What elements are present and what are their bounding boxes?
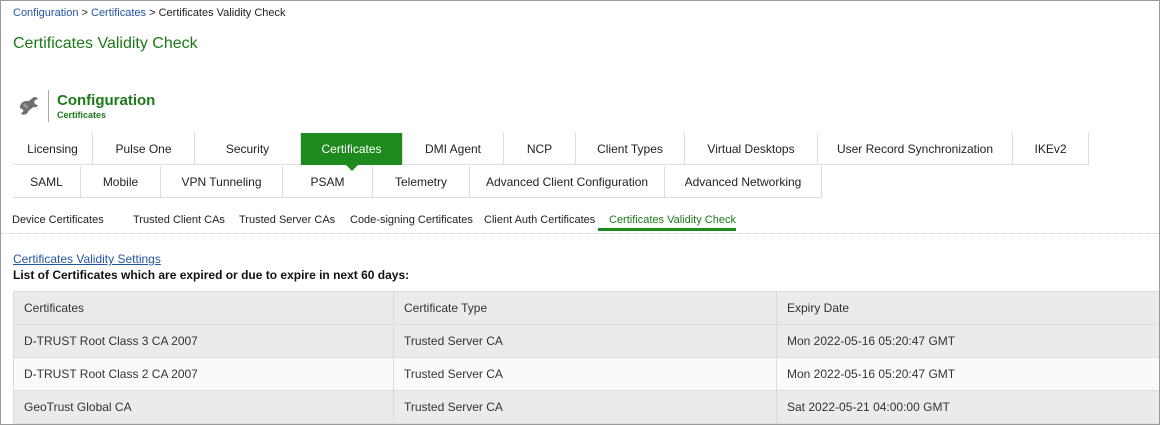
breadcrumb-separator: > bbox=[149, 7, 156, 19]
page-frame: Configuration > Certificates > Certifica… bbox=[0, 0, 1160, 425]
tab-user-record-synchronization[interactable]: User Record Synchronization bbox=[818, 133, 1013, 165]
page-title: Certificates Validity Check bbox=[13, 35, 198, 52]
tab-ikev2[interactable]: IKEv2 bbox=[1013, 133, 1089, 165]
cell-expiry-date: Sat 2022-05-21 04:00:00 GMT bbox=[776, 390, 1159, 424]
column-header-certificates[interactable]: Certificates bbox=[13, 291, 394, 325]
tab-advanced-client-configuration[interactable]: Advanced Client Configuration bbox=[470, 166, 665, 198]
tab-row-primary: Licensing Pulse One Security Certificate… bbox=[13, 133, 1089, 171]
tab-security[interactable]: Security bbox=[195, 133, 301, 165]
tab-mobile[interactable]: Mobile bbox=[81, 166, 161, 198]
tab-saml[interactable]: SAML bbox=[13, 166, 81, 198]
column-header-certificate-type[interactable]: Certificate Type bbox=[393, 291, 777, 325]
breadcrumb-current: Certificates Validity Check bbox=[158, 7, 286, 19]
subtab-trusted-client-cas[interactable]: Trusted Client CAs bbox=[133, 214, 225, 226]
tab-row-secondary: SAML Mobile VPN Tunneling PSAM Telemetry… bbox=[13, 166, 822, 198]
subtab-certificates-validity-check[interactable]: Certificates Validity Check bbox=[609, 214, 736, 226]
breadcrumb-separator: > bbox=[81, 7, 88, 19]
wrench-icon bbox=[17, 90, 49, 122]
subtab-bar: Device Certificates Trusted Client CAs T… bbox=[1, 208, 1159, 234]
tab-telemetry[interactable]: Telemetry bbox=[373, 166, 470, 198]
cell-expiry-date: Mon 2022-05-16 05:20:47 GMT bbox=[776, 324, 1159, 358]
certificates-table: Certificates Certificate Type Expiry Dat… bbox=[13, 291, 1159, 424]
cell-certificate-name: GeoTrust Global CA bbox=[13, 390, 394, 424]
cell-certificate-type: Trusted Server CA bbox=[393, 324, 777, 358]
table-row[interactable]: D-TRUST Root Class 2 CA 2007 Trusted Ser… bbox=[13, 357, 1159, 391]
tab-dmi-agent[interactable]: DMI Agent bbox=[403, 133, 504, 165]
section-header: Configuration Certificates bbox=[17, 89, 155, 123]
tab-licensing[interactable]: Licensing bbox=[13, 133, 93, 165]
table-header-row: Certificates Certificate Type Expiry Dat… bbox=[13, 291, 1159, 325]
tab-virtual-desktops[interactable]: Virtual Desktops bbox=[685, 133, 818, 165]
breadcrumb-certificates[interactable]: Certificates bbox=[91, 7, 146, 19]
cell-expiry-date: Mon 2022-05-16 05:20:47 GMT bbox=[776, 357, 1159, 391]
list-heading: List of Certificates which are expired o… bbox=[13, 268, 410, 282]
cell-certificate-type: Trusted Server CA bbox=[393, 390, 777, 424]
breadcrumb: Configuration > Certificates > Certifica… bbox=[13, 7, 286, 19]
tab-psam[interactable]: PSAM bbox=[283, 166, 373, 198]
tab-vpn-tunneling[interactable]: VPN Tunneling bbox=[161, 166, 283, 198]
subtab-client-auth-certificates[interactable]: Client Auth Certificates bbox=[484, 214, 595, 226]
tab-pulse-one[interactable]: Pulse One bbox=[93, 133, 195, 165]
subtab-trusted-server-cas[interactable]: Trusted Server CAs bbox=[239, 214, 335, 226]
tab-ncp[interactable]: NCP bbox=[504, 133, 576, 165]
tab-advanced-networking[interactable]: Advanced Networking bbox=[665, 166, 822, 198]
subtab-active-indicator bbox=[598, 228, 736, 231]
subtab-code-signing-certificates[interactable]: Code-signing Certificates bbox=[350, 214, 473, 226]
table-row[interactable]: D-TRUST Root Class 3 CA 2007 Trusted Ser… bbox=[13, 324, 1159, 358]
table-row[interactable]: GeoTrust Global CA Trusted Server CA Sat… bbox=[13, 390, 1159, 424]
subtab-device-certificates[interactable]: Device Certificates bbox=[12, 214, 104, 226]
certificates-validity-settings-link[interactable]: Certificates Validity Settings bbox=[13, 252, 161, 266]
cell-certificate-name: D-TRUST Root Class 3 CA 2007 bbox=[13, 324, 394, 358]
column-header-expiry-date[interactable]: Expiry Date bbox=[776, 291, 1159, 325]
cell-certificate-name: D-TRUST Root Class 2 CA 2007 bbox=[13, 357, 394, 391]
section-subtitle: Certificates bbox=[57, 109, 107, 120]
tab-certificates[interactable]: Certificates bbox=[301, 133, 403, 171]
cell-certificate-type: Trusted Server CA bbox=[393, 357, 777, 391]
breadcrumb-configuration[interactable]: Configuration bbox=[13, 7, 78, 19]
tab-client-types[interactable]: Client Types bbox=[576, 133, 685, 165]
section-title: Configuration bbox=[57, 91, 156, 109]
